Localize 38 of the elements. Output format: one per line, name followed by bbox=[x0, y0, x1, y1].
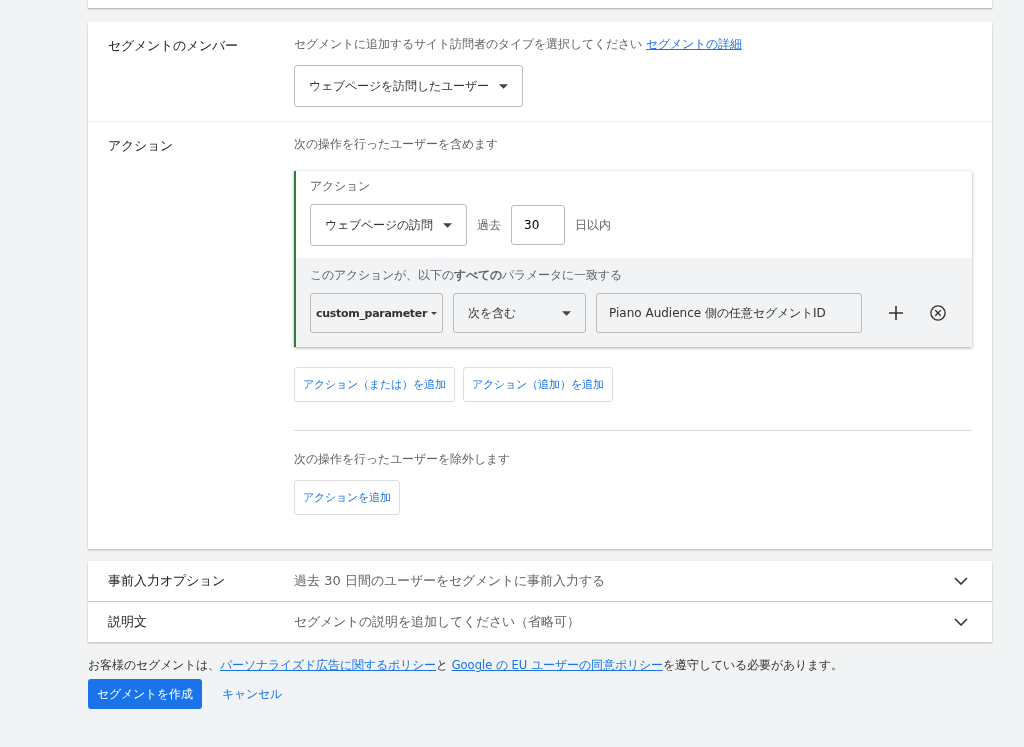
policy-notice: お客様のセグメントは、パーソナライズド広告に関するポリシー と Google の EU ユーザーの同意ポリシーを遵守している必要があります。 bbox=[88, 658, 844, 673]
days-input[interactable]: 30 bbox=[511, 205, 565, 245]
value-input[interactable]: Piano Audience 側の任意セグメントID bbox=[596, 293, 862, 333]
caret-icon bbox=[431, 310, 437, 316]
field-label: 過去 bbox=[477, 216, 501, 234]
details-link[interactable]: セグメントの詳細 bbox=[645, 37, 742, 51]
policy-link[interactable]: パーソナライズド広告に関するポリシー bbox=[220, 658, 436, 672]
section-summary: 過去 30 日間のユーザーをセグメントに事前入力する bbox=[294, 572, 606, 590]
caret-icon bbox=[499, 83, 508, 89]
add-icon[interactable] bbox=[888, 305, 904, 321]
expandable-section[interactable]: 事前入力オプション 過去 30 日間のユーザーをセグメントに事前入力する bbox=[88, 561, 992, 601]
chevron-icon bbox=[954, 618, 968, 626]
section-summary: セグメントの説明を追加してください（省略可） bbox=[294, 613, 581, 631]
section-label: アクション bbox=[108, 137, 174, 155]
cancel-button[interactable]: キャンセル bbox=[216, 684, 288, 704]
section-label: 説明文 bbox=[108, 613, 148, 631]
section-label: 事前入力オプション bbox=[108, 572, 226, 590]
remove-icon[interactable] bbox=[930, 305, 946, 321]
member-type-dropdown[interactable]: ウェブページを訪問したユーザー bbox=[294, 65, 523, 107]
caret-icon bbox=[562, 310, 571, 316]
panel-title: アクション bbox=[310, 179, 371, 194]
chevron-icon bbox=[954, 577, 968, 585]
section-label: セグメントのメンバー bbox=[108, 37, 239, 55]
add-action-button[interactable]: アクション（または）を追加 bbox=[294, 367, 455, 402]
condition-title: このアクションが、以下のすべてのパラメータに一致する bbox=[310, 268, 623, 283]
expandable-section[interactable]: 説明文 セグメントの説明を追加してください（省略可） bbox=[88, 602, 992, 642]
add-action-button[interactable]: アクションを追加 bbox=[294, 480, 400, 515]
policy-link[interactable]: Google の EU ユーザーの同意ポリシー bbox=[451, 658, 663, 672]
instruction-text: 次の操作を行ったユーザーを含めます bbox=[294, 136, 499, 153]
instruction-text: セグメントに追加するサイト訪問者のタイプを選択してください セグメントの詳細 bbox=[294, 36, 743, 53]
operator-dropdown[interactable]: 次を含む bbox=[453, 293, 586, 333]
instruction-text: 次の操作を行ったユーザーを除外します bbox=[294, 451, 511, 468]
parameter-dropdown[interactable]: custom_parameter bbox=[310, 293, 443, 333]
event-dropdown[interactable]: ウェブページの訪問 bbox=[310, 204, 467, 246]
add-action-button[interactable]: アクション（追加）を追加 bbox=[463, 367, 613, 402]
field-label: 日以内 bbox=[575, 216, 611, 234]
caret-icon bbox=[443, 222, 452, 228]
create-segment-button[interactable]: セグメントを作成 bbox=[88, 679, 202, 709]
